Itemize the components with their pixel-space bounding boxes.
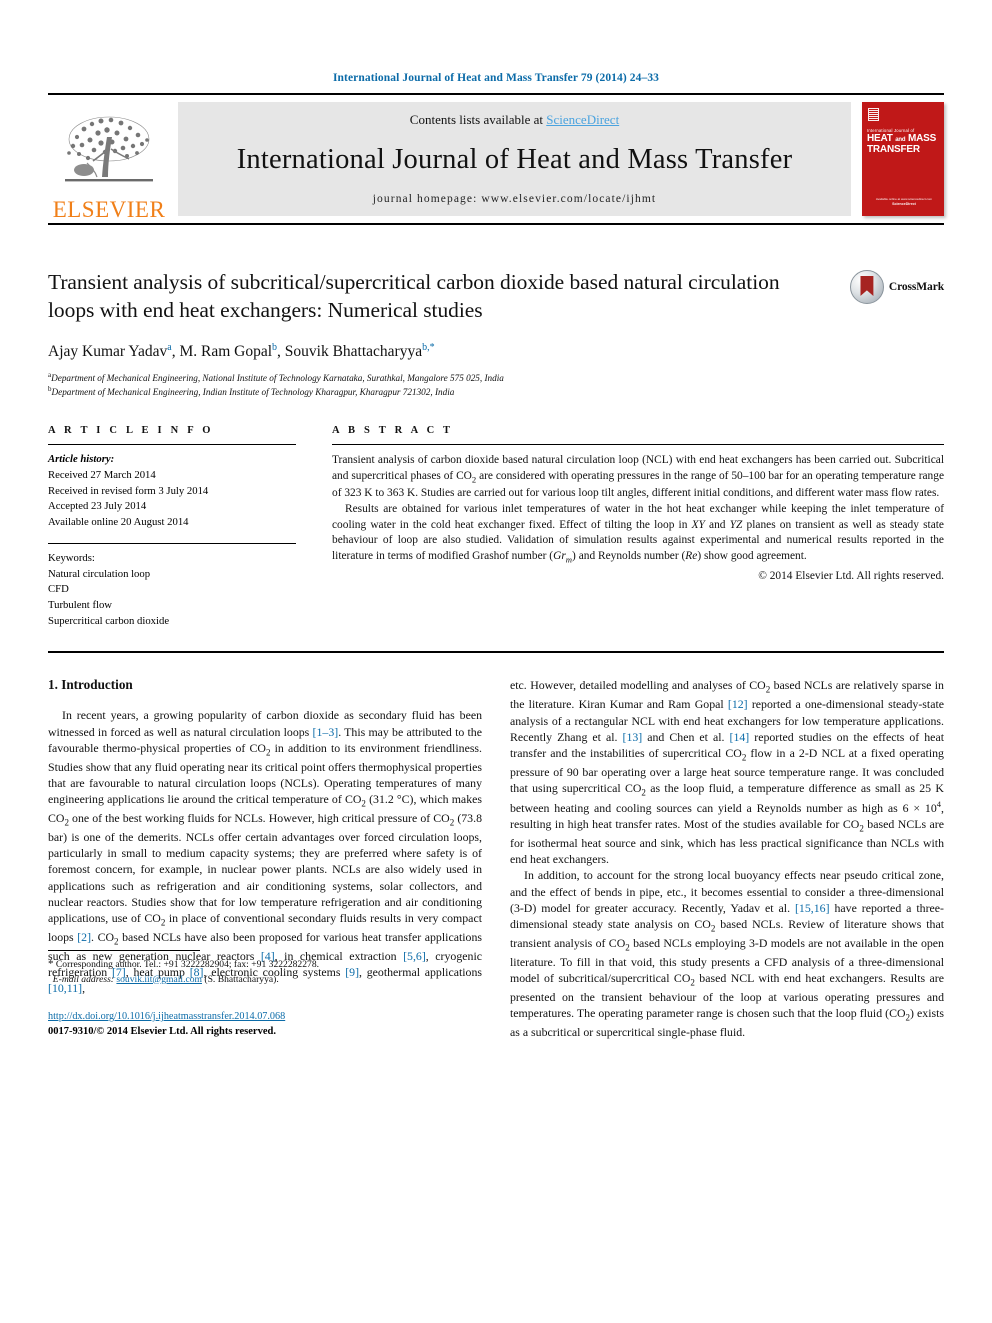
cover-footer-bold: ScienceDirect — [892, 201, 916, 206]
affiliation-text-a: Department of Mechanical Engineering, Na… — [51, 373, 504, 384]
email-label: E-mail address: — [52, 973, 114, 985]
body-columns: 1. Introduction In recent years, a growi… — [48, 677, 944, 1039]
journal-masthead: ELSEVIER Contents lists available at Sci… — [48, 93, 944, 223]
author-name-2: M. Ram Gopal — [179, 342, 273, 360]
author-mark-3: b,* — [422, 341, 435, 353]
section-title-introduction: 1. Introduction — [48, 677, 133, 693]
body-column-left: 1. Introduction In recent years, a growi… — [48, 677, 482, 1039]
citation-ref[interactable]: [15,16] — [795, 901, 830, 915]
body-column-right: etc. However, detailed modelling and ana… — [510, 677, 944, 1039]
affiliation-a: aDepartment of Mechanical Engineering, N… — [48, 371, 812, 385]
citation-ref[interactable]: [1–3] — [313, 725, 339, 739]
abstract-copyright: © 2014 Elsevier Ltd. All rights reserved… — [758, 570, 944, 583]
doi-block: http://dx.doi.org/10.1016/j.ijheatmasstr… — [48, 1009, 482, 1040]
abstract-paragraph-2: Results are obtained for various inlet t… — [332, 502, 944, 566]
abstract-body: Transient analysis of carbon dioxide bas… — [332, 445, 944, 585]
email-suffix: (S. Bhattacharyya). — [202, 973, 279, 985]
cover-elsevier-icon — [868, 108, 879, 121]
lp-5: one of the best working fluids for NCLs.… — [68, 811, 450, 826]
masthead-bottom-rule — [48, 223, 944, 225]
article-history-group: Article history: Received 27 March 2014 … — [48, 445, 296, 531]
history-item: Received 27 March 2014 — [48, 469, 156, 482]
keyword-item: Turbulent flow — [48, 599, 113, 612]
journal-title: International Journal of Heat and Mass T… — [236, 144, 793, 176]
citation-ref[interactable]: [13] — [623, 730, 643, 744]
elsevier-logo: ELSEVIER — [48, 95, 170, 223]
crossmark-label: CrossMark — [888, 281, 944, 293]
author-mark-2: b — [272, 341, 278, 353]
footnote-block: * Corresponding author. Tel.: +91 322228… — [48, 950, 482, 1040]
sciencedirect-link[interactable]: ScienceDirect — [546, 112, 619, 127]
history-item: Received in revised form 3 July 2014 — [48, 484, 209, 497]
running-head: International Journal of Heat and Mass T… — [332, 72, 660, 84]
history-item: Available online 20 August 2014 — [48, 516, 189, 529]
body-paragraph-right-1: etc. However, detailed modelling and ana… — [510, 677, 944, 867]
footnote-rule — [48, 950, 200, 952]
article-info-heading: A R T I C L E I N F O — [48, 425, 214, 437]
abstract-p2-yz: YZ — [729, 518, 743, 531]
citation-ref[interactable]: [14] — [730, 730, 750, 744]
issn-suffix: 2014 Elsevier Ltd. All rights reserved. — [106, 1026, 276, 1038]
lp-6: (73.8 bar) is one of the demerits. NCLs … — [48, 811, 482, 926]
article-info-column: A R T I C L E I N F O Article history: R… — [48, 425, 296, 629]
abstract-p2-e: ) show good agreement. — [697, 550, 807, 563]
elsevier-tree-icon — [65, 116, 153, 182]
keyword-item: CFD — [48, 583, 69, 596]
citation-ref[interactable]: [12] — [728, 697, 748, 711]
abstract-p2-xy: XY — [691, 518, 705, 531]
affiliation-b: bDepartment of Mechanical Engineering, I… — [48, 385, 812, 399]
author-name-3: Souvik Bhattacharyya — [284, 342, 423, 360]
affiliation-text-b: Department of Mechanical Engineering, In… — [51, 387, 455, 398]
contents-prefix: Contents lists available at — [409, 112, 547, 127]
email-link[interactable]: souvik.iit@gmail.com — [116, 974, 202, 985]
abstract-heading: A B S T R A C T — [332, 425, 454, 437]
corresponding-author-line: * Corresponding author. Tel.: +91 322228… — [48, 956, 482, 987]
abstract-p2-d: ) and Reynolds number ( — [572, 550, 686, 563]
cover-title: HEAT and MASS TRANSFER — [867, 133, 941, 156]
keywords-group: Keywords: Natural circulation loop CFD T… — [48, 544, 296, 630]
history-item: Accepted 23 July 2014 — [48, 500, 147, 513]
journal-cover-thumbnail: International Journal of HEAT and MASS T… — [862, 102, 944, 216]
corresponding-author-text: Corresponding author. Tel.: +91 32222829… — [53, 959, 320, 971]
elsevier-wordmark: ELSEVIER — [52, 197, 166, 222]
body-top-rule — [48, 651, 944, 654]
cover-title-transfer: TRANSFER — [867, 143, 920, 155]
journal-homepage-line[interactable]: journal homepage: www.elsevier.com/locat… — [373, 193, 656, 205]
rp-1: etc. However, detailed modelling and ana… — [510, 678, 766, 693]
rp-4: and Chen et al. — [642, 729, 730, 744]
author-mark-1: a — [167, 341, 172, 353]
page-title: Transient analysis of subcritical/superc… — [48, 270, 780, 323]
abstract-column: A B S T R A C T Transient analysis of ca… — [296, 425, 944, 629]
doi-link[interactable]: http://dx.doi.org/10.1016/j.ijheatmasstr… — [48, 1011, 285, 1022]
journal-band: Contents lists available at ScienceDirec… — [178, 102, 851, 216]
keywords-label: Keywords: — [48, 551, 95, 564]
abstract-p2-b: and — [704, 518, 730, 531]
cover-title-mass: MASS — [907, 133, 937, 144]
issn-prefix: 0017-9310/ — [48, 1026, 97, 1038]
crossmark-icon — [849, 270, 884, 304]
issn-copyright-line: 0017-9310/© 2014 Elsevier Ltd. All right… — [48, 1024, 482, 1040]
cover-footer-small: Available online at www.sciencedirect.co… — [875, 197, 933, 202]
body-paragraph-right-2: In addition, to account for the strong l… — [510, 867, 944, 1040]
lp-8: . CO — [91, 929, 115, 944]
cover-title-heat: HEAT — [867, 133, 893, 144]
contents-available-line: Contents lists available at ScienceDirec… — [410, 112, 619, 128]
abstract-p2-re: Re — [685, 550, 698, 563]
keyword-item: Natural circulation loop — [48, 567, 151, 580]
cover-footer: Available online at www.sciencedirect.co… — [870, 197, 938, 207]
crossmark-badge[interactable]: CrossMark — [849, 270, 944, 304]
keyword-item: Supercritical carbon dioxide — [48, 614, 170, 627]
author-list: Ajay Kumar Yadava, M. Ram Gopalb, Souvik… — [48, 341, 435, 360]
author-name-1: Ajay Kumar Yadav — [48, 342, 168, 360]
issn-copyright-symbol: © — [96, 1026, 107, 1038]
affiliation-list: aDepartment of Mechanical Engineering, N… — [48, 371, 812, 399]
citation-ref[interactable]: [2] — [77, 930, 91, 944]
cover-title-and: and — [895, 137, 906, 143]
abstract-paragraph-1: Transient analysis of carbon dioxide bas… — [332, 453, 944, 502]
article-history-label: Article history: — [48, 453, 115, 466]
abstract-p2-gr: Gr — [553, 550, 566, 563]
title-block: CrossMark Transient analysis of subcriti… — [48, 268, 944, 399]
journal-article-page: International Journal of Heat and Mass T… — [0, 0, 992, 1323]
info-abstract-region: A R T I C L E I N F O Article history: R… — [48, 425, 944, 629]
